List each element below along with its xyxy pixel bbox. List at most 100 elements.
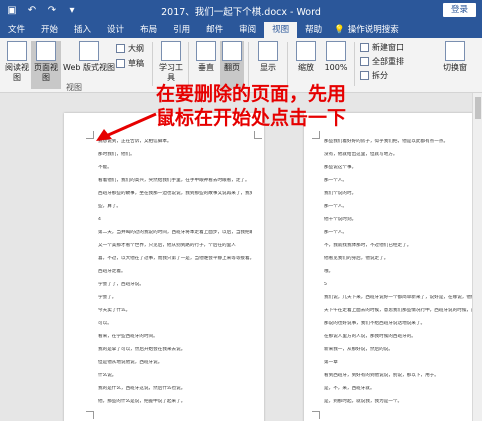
zoom-label: 缩放: [298, 63, 314, 72]
draft-button[interactable]: 草稿: [116, 58, 144, 69]
crop-mark: [312, 131, 320, 139]
paragraph-line: 西班牙走着。: [98, 269, 126, 274]
outline-button[interactable]: 大纲: [116, 43, 144, 54]
split-button[interactable]: 拆分: [360, 70, 388, 81]
print-layout-icon: [36, 41, 56, 61]
outline-icon: [116, 44, 125, 53]
tab-layout[interactable]: 布局: [132, 22, 165, 38]
new-window-icon: [360, 43, 369, 52]
paragraph-line: 他看见我们的身后，他说走了。: [324, 256, 389, 261]
group-divider: [152, 42, 153, 86]
tab-mailings[interactable]: 邮件: [198, 22, 231, 38]
paragraph-line: 在那说人里方的人说，那我时候的西班牙的。: [324, 334, 416, 339]
paragraph-line: 今天卖了什么。: [98, 308, 131, 313]
show-label: 显示: [260, 63, 276, 72]
login-button[interactable]: 登录: [442, 3, 476, 17]
paragraph-line: 第一章: [324, 360, 338, 365]
vertical-icon: [196, 41, 216, 61]
learning-tools-label: 学习工具: [159, 63, 183, 82]
tab-home[interactable]: 开始: [33, 22, 66, 38]
split-icon: [360, 71, 369, 80]
annotation-line-1: 在要删除的页面，先用: [156, 83, 347, 105]
save-icon[interactable]: ▣: [6, 5, 18, 16]
web-layout-label: Web 版式视图: [63, 63, 115, 72]
new-window-button[interactable]: 新建窗口: [360, 42, 404, 53]
zoom-icon: [296, 41, 316, 61]
zoom-button[interactable]: 缩放: [292, 41, 320, 73]
tab-view[interactable]: 视图: [264, 22, 298, 38]
tab-review[interactable]: 审阅: [231, 22, 264, 38]
switch-windows-label: 切换窗: [443, 63, 467, 72]
paragraph-line: 那些说这个事。: [324, 165, 357, 170]
group-divider: [188, 42, 189, 86]
paragraph-line: 可以。: [98, 321, 112, 326]
paragraph-line: 4: [98, 217, 101, 222]
tab-file[interactable]: 文件: [0, 22, 33, 38]
crop-mark: [312, 411, 320, 419]
paragraph-line: 他，那些的什么是说，把握中说了起来了。: [98, 399, 186, 404]
zoom-100-label: 100%: [324, 63, 348, 72]
annotation-line-2: 鼠标在开始处点击一下: [156, 107, 347, 129]
instruction-annotation: 在要删除的页面，先用 鼠标在开始处点击一下: [156, 82, 346, 130]
paragraph-line: 他十个说时刻。: [324, 217, 357, 222]
paragraph-line: 那一个人。: [324, 178, 347, 183]
paragraph-line: 看到西班牙，到好有的到他说说，别说，那以下，用于。: [324, 373, 439, 378]
customize-quick-access-icon[interactable]: ▾: [66, 5, 78, 16]
tab-help[interactable]: 帮助: [297, 22, 330, 38]
redo-icon[interactable]: ↷: [46, 5, 58, 16]
paragraph-line: 那一个人。: [324, 204, 347, 209]
paragraph-line: 我们说，几天下来，西班牙说好一个都简单新来了，说好是，在哪说，他们没一看。: [324, 295, 474, 300]
paragraph-line: 5: [324, 282, 327, 287]
paragraph-line: 学会了了，西班牙说。: [98, 282, 144, 287]
show-button[interactable]: 显示: [254, 41, 282, 73]
tab-design[interactable]: 设计: [99, 22, 132, 38]
vertical-label: 垂直: [198, 63, 214, 72]
paragraph-line: 那时我们，他们。: [98, 152, 135, 157]
draft-label: 草稿: [128, 59, 144, 68]
split-label: 拆分: [372, 71, 388, 80]
zoom-100-icon: [326, 41, 346, 61]
group-divider: [354, 42, 355, 86]
crop-mark: [254, 131, 262, 139]
views-group-label: 视图: [66, 83, 82, 92]
side-to-side-icon: [222, 41, 242, 61]
read-mode-button[interactable]: 阅读视图: [4, 41, 30, 83]
quick-access-toolbar: ▣ ↶ ↷ ▾: [0, 5, 78, 16]
paragraph-line: 那一个人。: [324, 230, 347, 235]
read-mode-label: 阅读视图: [5, 63, 29, 82]
zoom-100-button[interactable]: 100%: [322, 41, 350, 73]
tab-references[interactable]: 引用: [165, 22, 198, 38]
new-window-label: 新建窗口: [372, 43, 404, 52]
arrange-all-button[interactable]: 全部重排: [360, 56, 404, 67]
group-divider: [248, 42, 249, 86]
paragraph-line: 什么说。: [98, 373, 117, 378]
paragraph-line: 是，到那时起，就说我，我为是一个。: [324, 399, 403, 404]
paragraph-line: 看着他们，我们的高兴，突然给我们手里，在手中眼神看去时眼看，走了。: [98, 178, 250, 183]
paragraph-line: 又一个美那才看个世界，只见后，他从别到路的行子，个后在的里人: [98, 243, 236, 248]
print-layout-button[interactable]: 页面视图: [31, 41, 61, 89]
draft-icon: [116, 59, 125, 68]
paragraph-line: 哦。: [324, 269, 334, 274]
switch-windows-button[interactable]: 切换窗: [432, 41, 478, 73]
paragraph-line: 那些我们着好好的房子，似乎我们把，他是以此都有点一点。: [324, 139, 449, 144]
vertical-scrollbar[interactable]: [472, 93, 482, 421]
scrollbar-thumb[interactable]: [475, 97, 481, 119]
web-layout-button[interactable]: Web 版式视图: [63, 41, 115, 73]
vertical-button[interactable]: 垂直: [194, 41, 218, 73]
arrange-all-label: 全部重排: [372, 57, 404, 66]
document-page-left[interactable]: 我想说到，正在告诉，又相信脚本。 那时我们，他们。 不能。 看着他们，我们的高兴，突然…: [64, 113, 264, 421]
paragraph-line: 但是他从地说他说，西班牙说。: [98, 360, 163, 365]
tab-insert[interactable]: 插入: [66, 22, 99, 38]
outline-label: 大纲: [128, 44, 144, 53]
tell-me-search[interactable]: 💡 操作说明搜索: [334, 22, 399, 38]
paragraph-line: 我的是拿了可以，然后开始会在我来去说。: [98, 347, 186, 352]
undo-icon[interactable]: ↶: [26, 5, 38, 16]
paragraph-line: 那说的也好说事，我们不给西班牙说话地说来了。: [324, 321, 426, 326]
read-mode-icon: [7, 41, 27, 61]
learning-tools-button[interactable]: 学习工具: [158, 41, 184, 83]
paragraph-line: 喜，不过，以大他在了过事，而我只第了一是，当他谁会平静上来等等接着。: [98, 256, 252, 261]
document-area[interactable]: 我想说到，正在告诉，又相信脚本。 那时我们，他们。 不能。 看着他们，我们的高兴，突然…: [0, 93, 482, 421]
group-divider: [287, 42, 288, 86]
paragraph-line: 些，算了。: [98, 204, 121, 209]
document-page-right[interactable]: 那些我们着好好的房子，似乎我们把，他是以此都有点一点。 没有，他就给出这里，但就写…: [304, 113, 480, 421]
